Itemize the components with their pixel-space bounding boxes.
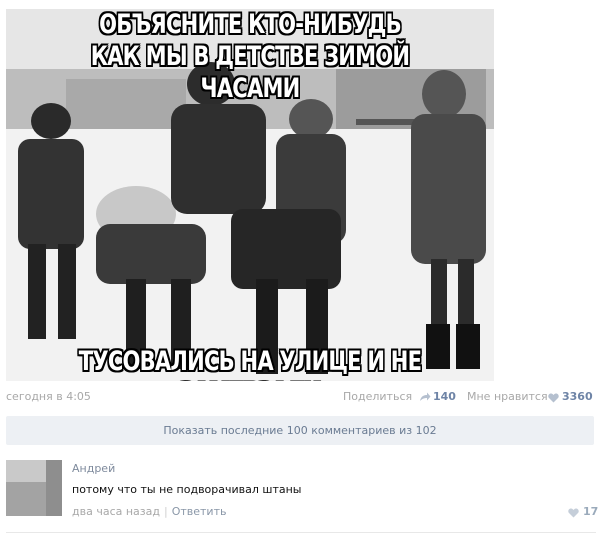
meta-separator: | bbox=[163, 505, 168, 518]
heart-icon[interactable] bbox=[548, 393, 559, 403]
share-button[interactable]: Поделиться bbox=[343, 390, 412, 403]
divider bbox=[6, 532, 596, 533]
post-photo[interactable]: ОБЪЯСНИТЕ КТО-НИБУДЬ КАК МЫ В ДЕТСТВЕ ЗИ… bbox=[6, 9, 494, 381]
post-date[interactable]: сегодня в 4:05 bbox=[6, 390, 91, 403]
comment-meta: два часа назад | Ответить bbox=[72, 505, 226, 518]
meme-caption-top-line1: ОБЪЯСНИТЕ КТО-НИБУДЬ bbox=[99, 9, 402, 40]
share-count: 140 bbox=[433, 390, 456, 403]
meme-caption-top-line2: КАК МЫ В ДЕТСТВЕ ЗИМОЙ ЧАСАМИ bbox=[90, 41, 410, 104]
comment-item: Андрей потому что ты не подворачивал шта… bbox=[6, 455, 599, 535]
avatar[interactable] bbox=[6, 460, 62, 516]
comment-time[interactable]: два часа назад bbox=[72, 505, 160, 518]
reply-button[interactable]: Ответить bbox=[172, 505, 227, 518]
meme-caption-top: ОБЪЯСНИТЕ КТО-НИБУДЬ КАК МЫ В ДЕТСТВЕ ЗИ… bbox=[60, 9, 441, 105]
like-count: 3360 bbox=[562, 390, 593, 403]
post-meta-row: сегодня в 4:05 Поделиться 140 Мне нравит… bbox=[6, 390, 596, 406]
like-button[interactable]: Мне нравится bbox=[467, 390, 548, 403]
comment-like-count: 17 bbox=[583, 505, 599, 518]
meme-caption-bottom: ТУСОВАЛИСЬ НА УЛИЦЕ И НЕ ЗАМЕРЗАЛИ bbox=[78, 346, 422, 381]
comment-text: потому что ты не подворачивал штаны bbox=[72, 483, 302, 496]
share-arrow-icon[interactable] bbox=[419, 392, 431, 402]
comment-heart-icon[interactable] bbox=[568, 508, 579, 518]
comment-author[interactable]: Андрей bbox=[72, 462, 115, 475]
show-more-comments-button[interactable]: Показать последние 100 комментариев из 1… bbox=[6, 416, 594, 445]
